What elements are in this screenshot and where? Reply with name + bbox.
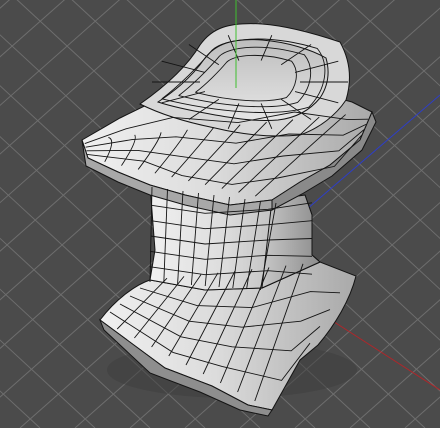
3d-viewport[interactable] bbox=[0, 0, 440, 428]
viewport-canvas[interactable] bbox=[0, 0, 440, 428]
